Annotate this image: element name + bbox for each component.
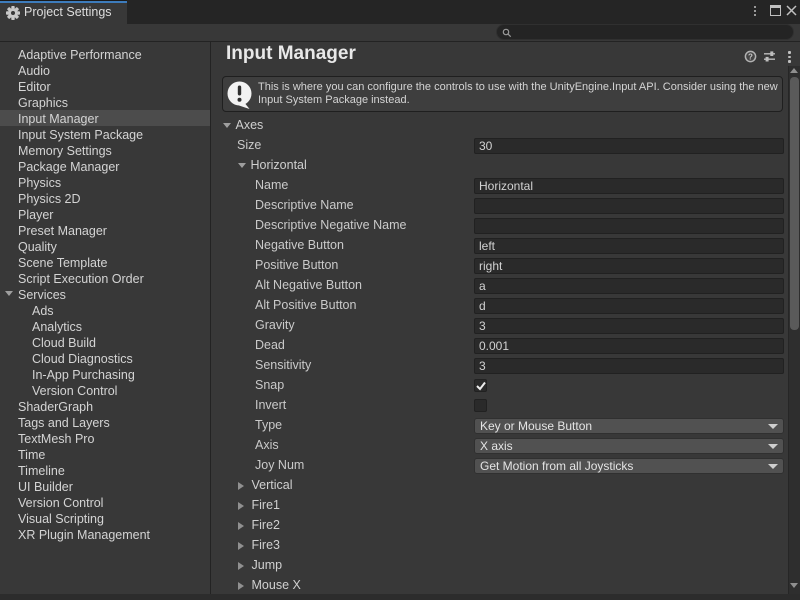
svg-text:?: ? [748,52,753,61]
